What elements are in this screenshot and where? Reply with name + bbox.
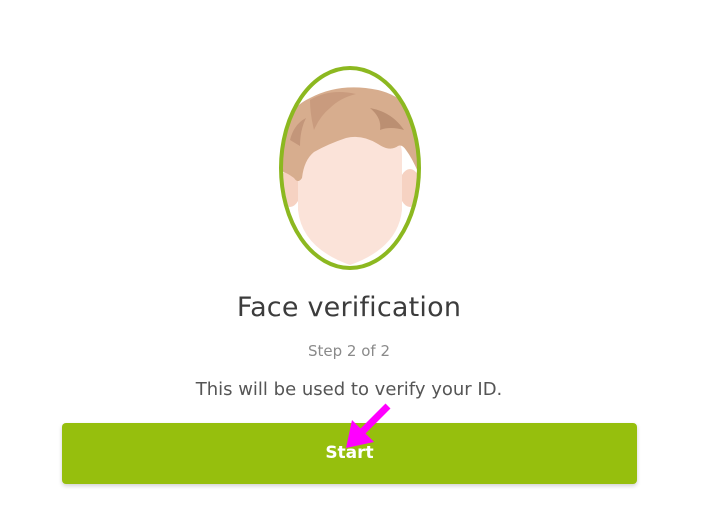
face-verification-page: Face verification Step 2 of 2 This will … [0, 0, 712, 532]
start-button[interactable]: Start [62, 423, 637, 484]
face-outline-icon [279, 66, 421, 270]
page-title: Face verification [236, 292, 462, 323]
description-text: This will be used to verify your ID. [195, 379, 503, 400]
step-indicator: Step 2 of 2 [307, 342, 390, 360]
